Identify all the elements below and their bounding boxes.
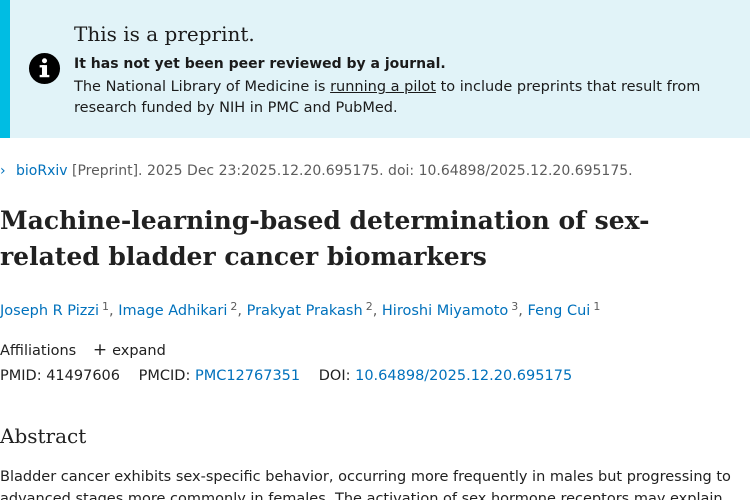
author-separator: , xyxy=(372,303,382,319)
abstract-heading: Abstract xyxy=(0,424,87,448)
doi-link[interactable]: 10.64898/2025.12.20.695175 xyxy=(355,368,572,384)
affiliations-row: Affiliations + expand xyxy=(0,340,166,360)
citation-details: [Preprint]. 2025 Dec 23:2025.12.20.69517… xyxy=(67,163,633,179)
preprint-banner: This is a preprint. It has not yet been … xyxy=(0,0,750,138)
banner-text-start: The National Library of Medicine is xyxy=(74,79,331,95)
pmid-label: PMID: xyxy=(0,368,42,384)
author-link[interactable]: Hiroshi Miyamoto xyxy=(382,303,508,319)
abstract-text: Bladder cancer exhibits sex-specific beh… xyxy=(0,469,731,500)
pmcid-link[interactable]: PMC12767351 xyxy=(195,368,300,384)
plus-icon: + xyxy=(92,340,108,360)
affiliations-label: Affiliations xyxy=(0,343,77,359)
author-separator: , xyxy=(237,303,247,319)
citation: › bioRxiv [Preprint]. 2025 Dec 23:2025.12… xyxy=(0,163,633,179)
author-link[interactable]: Joseph R Pizzi xyxy=(0,303,99,319)
banner-subtitle: It has not yet been peer reviewed by a j… xyxy=(74,56,446,72)
affiliation-number[interactable]: 1 xyxy=(593,300,600,313)
identifiers-row: PMID: 41497606 PMCID: PMC12767351 DOI: 1… xyxy=(0,368,572,384)
author-link[interactable]: Feng Cui xyxy=(528,303,591,319)
affiliation-number[interactable]: 2 xyxy=(366,300,373,313)
author-separator: , xyxy=(518,303,528,319)
author-link[interactable]: Prakyat Prakash xyxy=(247,303,363,319)
journal-link[interactable]: bioRxiv xyxy=(16,163,68,179)
chevron-right-icon[interactable]: › xyxy=(0,163,16,179)
pmcid-label: PMCID: xyxy=(138,368,191,384)
pmid-value: 41497606 xyxy=(46,368,121,384)
author-list: Joseph R Pizzi 1, Image Adhikari 2, Prakya… xyxy=(0,300,600,319)
expand-label: expand xyxy=(112,343,166,359)
article-title: Machine-learning-based determination of … xyxy=(0,206,650,271)
page: This is a preprint. It has not yet been … xyxy=(0,0,750,500)
author-separator: , xyxy=(109,303,119,319)
banner-text: The National Library of Medicine is runn… xyxy=(74,77,744,119)
doi-label: DOI: xyxy=(318,368,351,384)
running-a-pilot-link[interactable]: running a pilot xyxy=(330,79,436,95)
expand-button[interactable]: + expand xyxy=(92,340,166,360)
affiliation-number[interactable]: 1 xyxy=(102,300,109,313)
info-icon xyxy=(28,52,61,85)
author-link[interactable]: Image Adhikari xyxy=(118,303,227,319)
banner-title: This is a preprint. xyxy=(74,22,255,46)
